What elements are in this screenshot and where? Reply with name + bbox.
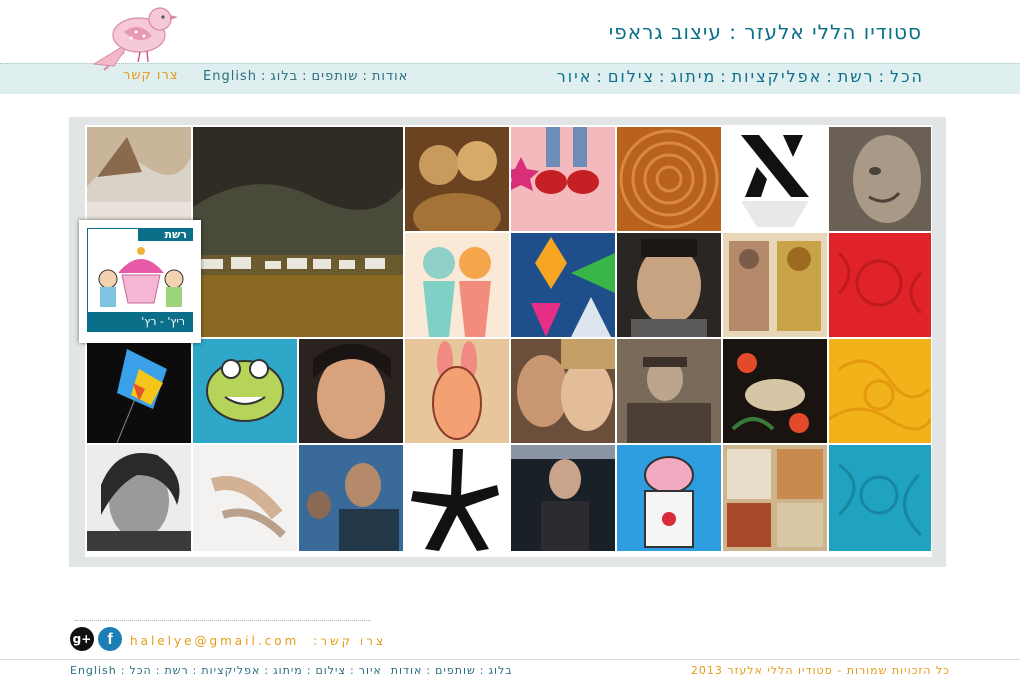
footer-nav-branding[interactable]: מיתוג: [273, 664, 303, 677]
footer-copyright: כל הזכויות שמורות - סטודיו הללי אלעזר 20…: [690, 664, 950, 677]
gallery-tile-geometric-shapes[interactable]: [511, 233, 615, 337]
bird-logo-icon[interactable]: [84, 2, 180, 72]
gallery-tile-manuscript-figures[interactable]: [723, 233, 827, 337]
gallery-tile-red-shoes[interactable]: [511, 127, 615, 231]
gallery-tile-stone-face[interactable]: [829, 127, 931, 231]
gallery-tile-classroom[interactable]: [299, 445, 403, 551]
facebook-icon[interactable]: f: [98, 627, 122, 651]
gallery-tile-kissing-kids[interactable]: [405, 233, 509, 337]
footer-nav-illustration[interactable]: איור: [359, 664, 382, 677]
google-plus-icon[interactable]: g+: [70, 627, 94, 651]
featured-category-label: רשת: [138, 228, 193, 241]
gallery-tile-mountain-painting[interactable]: [87, 127, 191, 231]
gallery-tile-bunny-illustration[interactable]: [405, 339, 509, 443]
footer-nav-blog[interactable]: בלוג: [488, 664, 512, 677]
footer-nav-all[interactable]: הכל: [129, 664, 151, 677]
footer-contact: halelye@gmail.com צרו קשר:: [130, 634, 386, 648]
gallery-grid: [85, 125, 932, 557]
gallery-tile-sepia-worker[interactable]: [617, 339, 721, 443]
footer-nav-english[interactable]: English: [70, 664, 117, 677]
nav-item-photography[interactable]: צילום: [608, 67, 655, 86]
nav-separator: :: [306, 664, 312, 677]
footer-nav-partners[interactable]: שותפים: [435, 664, 476, 677]
nav-separator: :: [260, 69, 267, 84]
gallery-tile-pig-chef[interactable]: [617, 445, 721, 551]
gallery-tile-red-pattern[interactable]: [829, 233, 931, 337]
nav-separator: :: [192, 664, 198, 677]
footer-divider: [75, 620, 371, 621]
gallery-tile-statue-children[interactable]: [405, 127, 509, 231]
nav-item-web[interactable]: רשת: [838, 67, 875, 86]
nav-item-english[interactable]: English: [203, 69, 257, 84]
gallery-tile-teal-pattern[interactable]: [829, 445, 931, 551]
featured-project-card[interactable]: רשת ריץ' - רץ': [79, 220, 201, 343]
nav-item-illustration[interactable]: איור: [557, 67, 593, 86]
footer-nav: English: בלוג:שותפים:אודות איור:צילום:מית…: [70, 664, 513, 677]
nav-separator: :: [479, 664, 485, 677]
nav-separator: :: [878, 67, 886, 86]
nav-separator: :: [658, 67, 667, 86]
gallery-tile-laughing-woman[interactable]: [87, 445, 191, 551]
nav-item-blog[interactable]: בלוג: [270, 69, 298, 84]
footer-nav-about[interactable]: אודות: [391, 664, 423, 677]
nav-separator: :: [362, 69, 368, 84]
nav-separator: :: [350, 664, 355, 677]
gallery-tile-motion-blur[interactable]: [193, 445, 297, 551]
nav-separator: :: [120, 664, 126, 677]
gallery-tile-yurt-landscape[interactable]: [193, 127, 403, 337]
nav-separator: :: [426, 664, 432, 677]
nav-separator: :: [826, 67, 834, 86]
nav-item-apps[interactable]: אפליקציות: [732, 67, 823, 86]
gallery-tile-frog[interactable]: [193, 339, 297, 443]
featured-title: ריץ' - רץ': [87, 312, 193, 332]
nav-separator: :: [264, 664, 270, 677]
nav-item-branding[interactable]: מיתוג: [670, 67, 716, 86]
page: סטודיו הללי אלעזר : עיצוב גראפי הכל:רשת:…: [0, 0, 1020, 683]
footer-line: [0, 659, 1020, 660]
gallery-tile-two-friends[interactable]: [511, 339, 615, 443]
gallery-tile-wood-rings[interactable]: [617, 127, 721, 231]
gallery-tile-man-thinking[interactable]: [511, 445, 615, 551]
gallery-tile-aleph-logo[interactable]: [723, 127, 827, 231]
main-nav: הכל:רשת:אפליקציות:מיתוג:צילום:איור: [557, 67, 924, 86]
footer-nav-apps[interactable]: אפליקציות: [201, 664, 260, 677]
gallery-tile-black-glyph[interactable]: [405, 445, 509, 551]
nav-item-partners[interactable]: שותפים: [312, 69, 359, 84]
gallery-tile-floral-cat[interactable]: [723, 339, 827, 443]
gallery-tile-yellow-pattern[interactable]: [829, 339, 931, 443]
footer-contact-label: צרו קשר:: [313, 634, 387, 648]
gallery-tile-mao-portrait[interactable]: [617, 233, 721, 337]
nav-separator: :: [720, 67, 728, 86]
nav-separator: :: [302, 69, 308, 84]
footer-nav-photography[interactable]: צילום: [315, 664, 346, 677]
nav-item-all[interactable]: הכל: [890, 67, 924, 86]
nav-item-about[interactable]: אודות: [372, 69, 408, 84]
contact-link[interactable]: צרו קשר: [123, 68, 179, 83]
footer-nav-web[interactable]: רשת: [164, 664, 188, 677]
secondary-nav: English: אודות:שותפים:בלוג: [203, 69, 408, 84]
footer-email[interactable]: halelye@gmail.com: [130, 634, 299, 648]
nav-separator: :: [596, 67, 604, 86]
gallery-tile-kite[interactable]: [87, 339, 191, 443]
gallery-tile-woman-face[interactable]: [299, 339, 403, 443]
site-title[interactable]: סטודיו הללי אלעזר : עיצוב גראפי: [609, 20, 922, 44]
gallery-tile-old-engraving[interactable]: [723, 445, 827, 551]
nav-separator: :: [155, 664, 161, 677]
